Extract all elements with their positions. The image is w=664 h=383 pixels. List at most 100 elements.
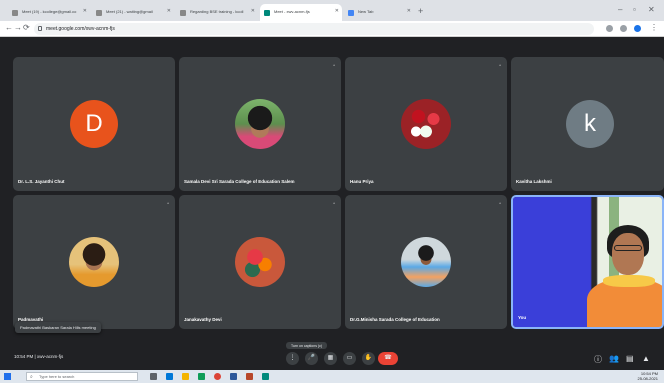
presenter (587, 225, 662, 327)
file-explorer-icon[interactable] (182, 373, 189, 380)
separator: | (34, 354, 36, 359)
browser-tab[interactable]: Meet (19) - kcollege@gmail.co ✕ (8, 4, 90, 21)
captions-icon[interactable]: ▭ (343, 352, 356, 365)
end-call-button[interactable]: ☎ (378, 352, 398, 365)
reload-icon[interactable]: ⟳ (23, 23, 30, 32)
maximize-icon[interactable]: ▫ (633, 5, 636, 14)
participant-tile[interactable]: ▫ Hanu Priya (345, 57, 507, 191)
pin-icon[interactable]: ▫ (333, 63, 335, 69)
tab-label: Regarding BSE training - kcoll (190, 9, 244, 14)
bookmark-star-icon[interactable] (620, 25, 627, 32)
microphone-icon[interactable]: 🎤 (305, 352, 318, 365)
presenter-glasses (614, 245, 642, 251)
meeting-time: 10:54 PM (14, 354, 34, 359)
self-video-tile[interactable]: You (511, 195, 664, 329)
participant-name: Janakavathy Devi (184, 317, 222, 322)
forward-icon[interactable]: → (14, 23, 22, 32)
tab-close-icon[interactable]: ✕ (251, 8, 255, 14)
meet-control-bar: 10:54 PM | xwv-acnm-fjs Turn on captions… (0, 342, 664, 370)
windows-start-icon[interactable] (4, 373, 11, 380)
minimize-icon[interactable]: – (618, 5, 622, 14)
os-taskbar: ⌕ Type here to search 10:54 PM 25-08-202… (0, 370, 664, 383)
pin-icon[interactable]: ▫ (499, 63, 501, 69)
participant-tile[interactable]: ▫ Padmavathi (13, 195, 175, 329)
tab-label: Meet (19) - kcollege@gmail.co (22, 9, 77, 14)
meet-favicon-icon (264, 10, 270, 16)
word-icon[interactable] (230, 373, 237, 380)
participant-name: You (518, 315, 527, 320)
more-options-icon[interactable]: ⋮ (286, 352, 299, 365)
browser-menu-icon[interactable]: ⋮ (650, 23, 658, 32)
browser-tab[interactable]: Regarding BSE training - kcoll ✕ (176, 4, 258, 21)
participant-name: Hanu Priya (350, 179, 374, 184)
presenter-face (612, 233, 644, 275)
browser-tab[interactable]: Meet (21) - waiting@gmail ✕ (92, 4, 174, 21)
store-icon[interactable] (198, 373, 205, 380)
address-bar[interactable]: meet.google.com/xwv-acnm-fjs (34, 23, 594, 35)
participant-name: Dr. L.S. Jayanthi Chut (18, 179, 65, 184)
pin-icon[interactable]: ▫ (333, 201, 335, 207)
avatar: D (70, 100, 118, 148)
participant-tile[interactable]: ▫ Samala Devi Sri Sarada College of Educ… (179, 57, 341, 191)
tab-close-icon[interactable]: ✕ (407, 8, 411, 14)
meet-app-icon[interactable] (262, 373, 269, 380)
lock-icon (38, 26, 42, 31)
tab-label: Meet - xwv-acnm-fjs (274, 9, 310, 14)
tab-favicon-icon (180, 10, 186, 16)
chrome-icon[interactable] (214, 373, 221, 380)
browser-tab-active[interactable]: Meet - xwv-acnm-fjs ✕ (260, 4, 342, 21)
search-placeholder: Type here to search (39, 374, 75, 379)
captions-tooltip: Turn on captions (c) (286, 342, 327, 349)
address-text: meet.google.com/xwv-acnm-fjs (46, 26, 115, 32)
participant-tile[interactable]: ▫ Janakavathy Devi (179, 195, 341, 329)
clock-date: 25-08-2021 (637, 375, 658, 381)
tab-close-icon[interactable]: ✕ (83, 8, 87, 14)
tab-close-icon[interactable]: ✕ (167, 8, 171, 14)
task-view-icon[interactable] (150, 373, 157, 380)
back-icon[interactable]: ← (5, 23, 13, 32)
tab-favicon-icon (12, 10, 18, 16)
info-icon[interactable]: ⓘ (594, 354, 602, 365)
present-icon[interactable]: ✋ (362, 352, 375, 365)
avatar (401, 237, 451, 287)
pin-icon[interactable]: ▫ (167, 201, 169, 207)
search-icon: ⌕ (30, 374, 33, 380)
pin-icon[interactable]: ▫ (499, 201, 501, 207)
edge-icon[interactable] (166, 373, 173, 380)
participant-tile[interactable]: ▫ Dr.G.Minisha Sarada College of Educati… (345, 195, 507, 329)
camera-icon[interactable]: ▦ (324, 352, 337, 365)
hover-tooltip: Padmavathi Baskaran Sarala Hills meeting (15, 322, 101, 333)
avatar (401, 99, 451, 149)
avatar (69, 237, 119, 287)
tab-favicon-icon (348, 10, 354, 16)
participant-tile[interactable]: k Kavitha Lakshmi (511, 57, 664, 191)
profile-avatar-icon[interactable] (634, 25, 641, 32)
meet-participant-grid: D Dr. L.S. Jayanthi Chut ▫ Samala Devi S… (0, 37, 664, 342)
new-tab-icon[interactable]: + (418, 6, 423, 16)
presenter-scarf (603, 275, 655, 287)
browser-tab-strip: Meet (19) - kcollege@gmail.co ✕ Meet (21… (0, 0, 664, 21)
avatar (235, 99, 285, 149)
participant-name: Dr.G.Minisha Sarada College of Education (350, 317, 440, 322)
avatar (235, 237, 285, 287)
extension-icon[interactable] (606, 25, 613, 32)
participant-name: Samala Devi Sri Sarada College of Educat… (184, 179, 295, 184)
tab-label: Meet (21) - waiting@gmail (106, 9, 153, 14)
meeting-details[interactable]: 10:54 PM | xwv-acnm-fjs (14, 354, 63, 359)
participant-tile[interactable]: D Dr. L.S. Jayanthi Chut (13, 57, 175, 191)
meeting-code: xwv-acnm-fjs (36, 354, 64, 359)
browser-toolbar: ← → ⟳ meet.google.com/xwv-acnm-fjs ⋮ (0, 21, 664, 37)
system-tray-clock[interactable]: 10:54 PM 25-08-2021 (637, 371, 658, 381)
tab-label: New Tab (358, 9, 374, 14)
activities-icon[interactable]: ▲ (642, 354, 650, 363)
people-icon[interactable]: 👥 (609, 354, 619, 363)
tab-favicon-icon (96, 10, 102, 16)
powerpoint-icon[interactable] (246, 373, 253, 380)
close-window-icon[interactable]: ✕ (648, 5, 655, 14)
avatar: k (566, 100, 614, 148)
chat-icon[interactable]: ▤ (626, 354, 634, 363)
browser-tab[interactable]: New Tab ✕ (344, 4, 414, 21)
participant-name: Kavitha Lakshmi (516, 179, 552, 184)
taskbar-search-input[interactable]: ⌕ Type here to search (26, 372, 138, 381)
tab-close-icon[interactable]: ✕ (335, 8, 339, 14)
